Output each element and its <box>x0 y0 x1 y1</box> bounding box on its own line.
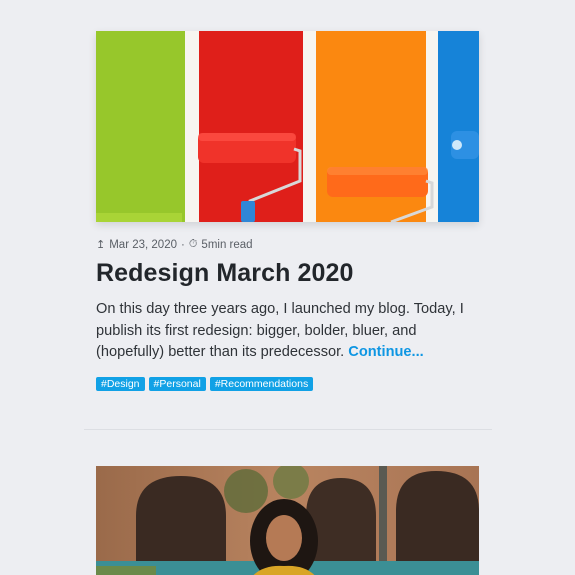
continue-link[interactable]: Continue... <box>348 344 423 360</box>
post-tags: #Design #Personal #Recommendations <box>96 377 314 391</box>
upload-icon: ↥ <box>96 239 106 251</box>
post-title[interactable]: Redesign March 2020 <box>96 259 354 288</box>
tag-personal[interactable]: #Personal <box>148 377 206 391</box>
post-hero-image-portrait[interactable] <box>96 466 479 575</box>
timer-icon: ⏱ <box>188 238 198 250</box>
post-hero-image-paint-stripes[interactable] <box>96 31 479 222</box>
post-meta: ↥ Mar 23, 2020 · ⏱ 5min read <box>96 238 253 251</box>
tag-design[interactable]: #Design <box>96 377 145 391</box>
paint-stripes-illustration <box>96 31 479 222</box>
tag-recommendations[interactable]: #Recommendations <box>209 377 314 391</box>
meta-separator: · <box>180 238 185 251</box>
post-excerpt: On this day three years ago, I launched … <box>96 299 486 364</box>
post-read-time: 5min read <box>201 238 253 251</box>
post-divider <box>84 429 492 430</box>
blog-page: ↥ Mar 23, 2020 · ⏱ 5min read Redesign Ma… <box>0 0 575 575</box>
post-date: Mar 23, 2020 <box>109 238 177 251</box>
portrait-illustration <box>96 466 479 575</box>
